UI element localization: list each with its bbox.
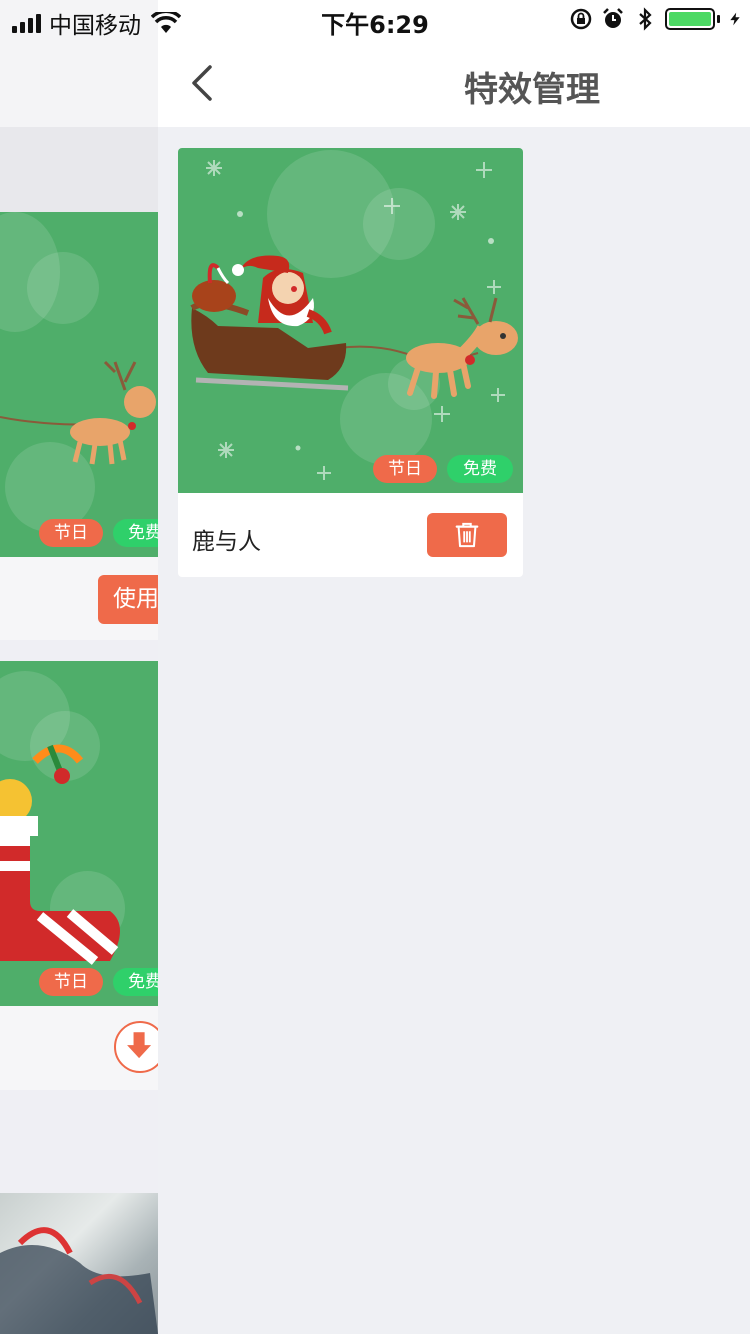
stocking-illustration bbox=[0, 744, 120, 965]
trash-icon bbox=[455, 522, 479, 548]
orientation-lock-icon bbox=[570, 8, 592, 30]
battery-icon bbox=[665, 8, 720, 30]
delete-button[interactable] bbox=[427, 513, 507, 557]
effect-card[interactable]: 节日 免费 鹿与人 bbox=[178, 148, 523, 577]
effect-thumbnail-stocking bbox=[0, 661, 158, 1006]
download-icon bbox=[127, 1032, 152, 1059]
tag-free: 免费 bbox=[113, 519, 158, 547]
effect-thumbnail bbox=[178, 148, 523, 493]
santa-sleigh-illustration bbox=[190, 160, 518, 480]
tag-festival: 节日 bbox=[39, 968, 103, 996]
bluetooth-icon bbox=[639, 7, 652, 31]
status-bar: 中国移动 下午6:29 bbox=[0, 0, 750, 40]
reindeer-illustration bbox=[0, 360, 156, 465]
alarm-icon bbox=[603, 8, 623, 28]
effects-management-panel: 特效管理 节日 免费 鹿与人 bbox=[158, 0, 750, 1334]
effect-name: 鹿与人 bbox=[192, 529, 261, 555]
download-button[interactable] bbox=[114, 1021, 158, 1073]
effect-thumbnail-sleigh bbox=[0, 212, 158, 557]
tag-festival: 节日 bbox=[373, 455, 437, 483]
background-page: 节日 免费 使用 节日 免费 bbox=[0, 0, 158, 1334]
background-photo-thumbnail bbox=[0, 1193, 158, 1334]
page-title: 特效管理 bbox=[464, 70, 600, 110]
tag-free: 免费 bbox=[113, 968, 158, 996]
charging-bolt-icon bbox=[730, 12, 740, 26]
use-button[interactable]: 使用 bbox=[98, 575, 158, 624]
tag-festival: 节日 bbox=[39, 519, 103, 547]
tag-free: 免费 bbox=[447, 455, 513, 483]
